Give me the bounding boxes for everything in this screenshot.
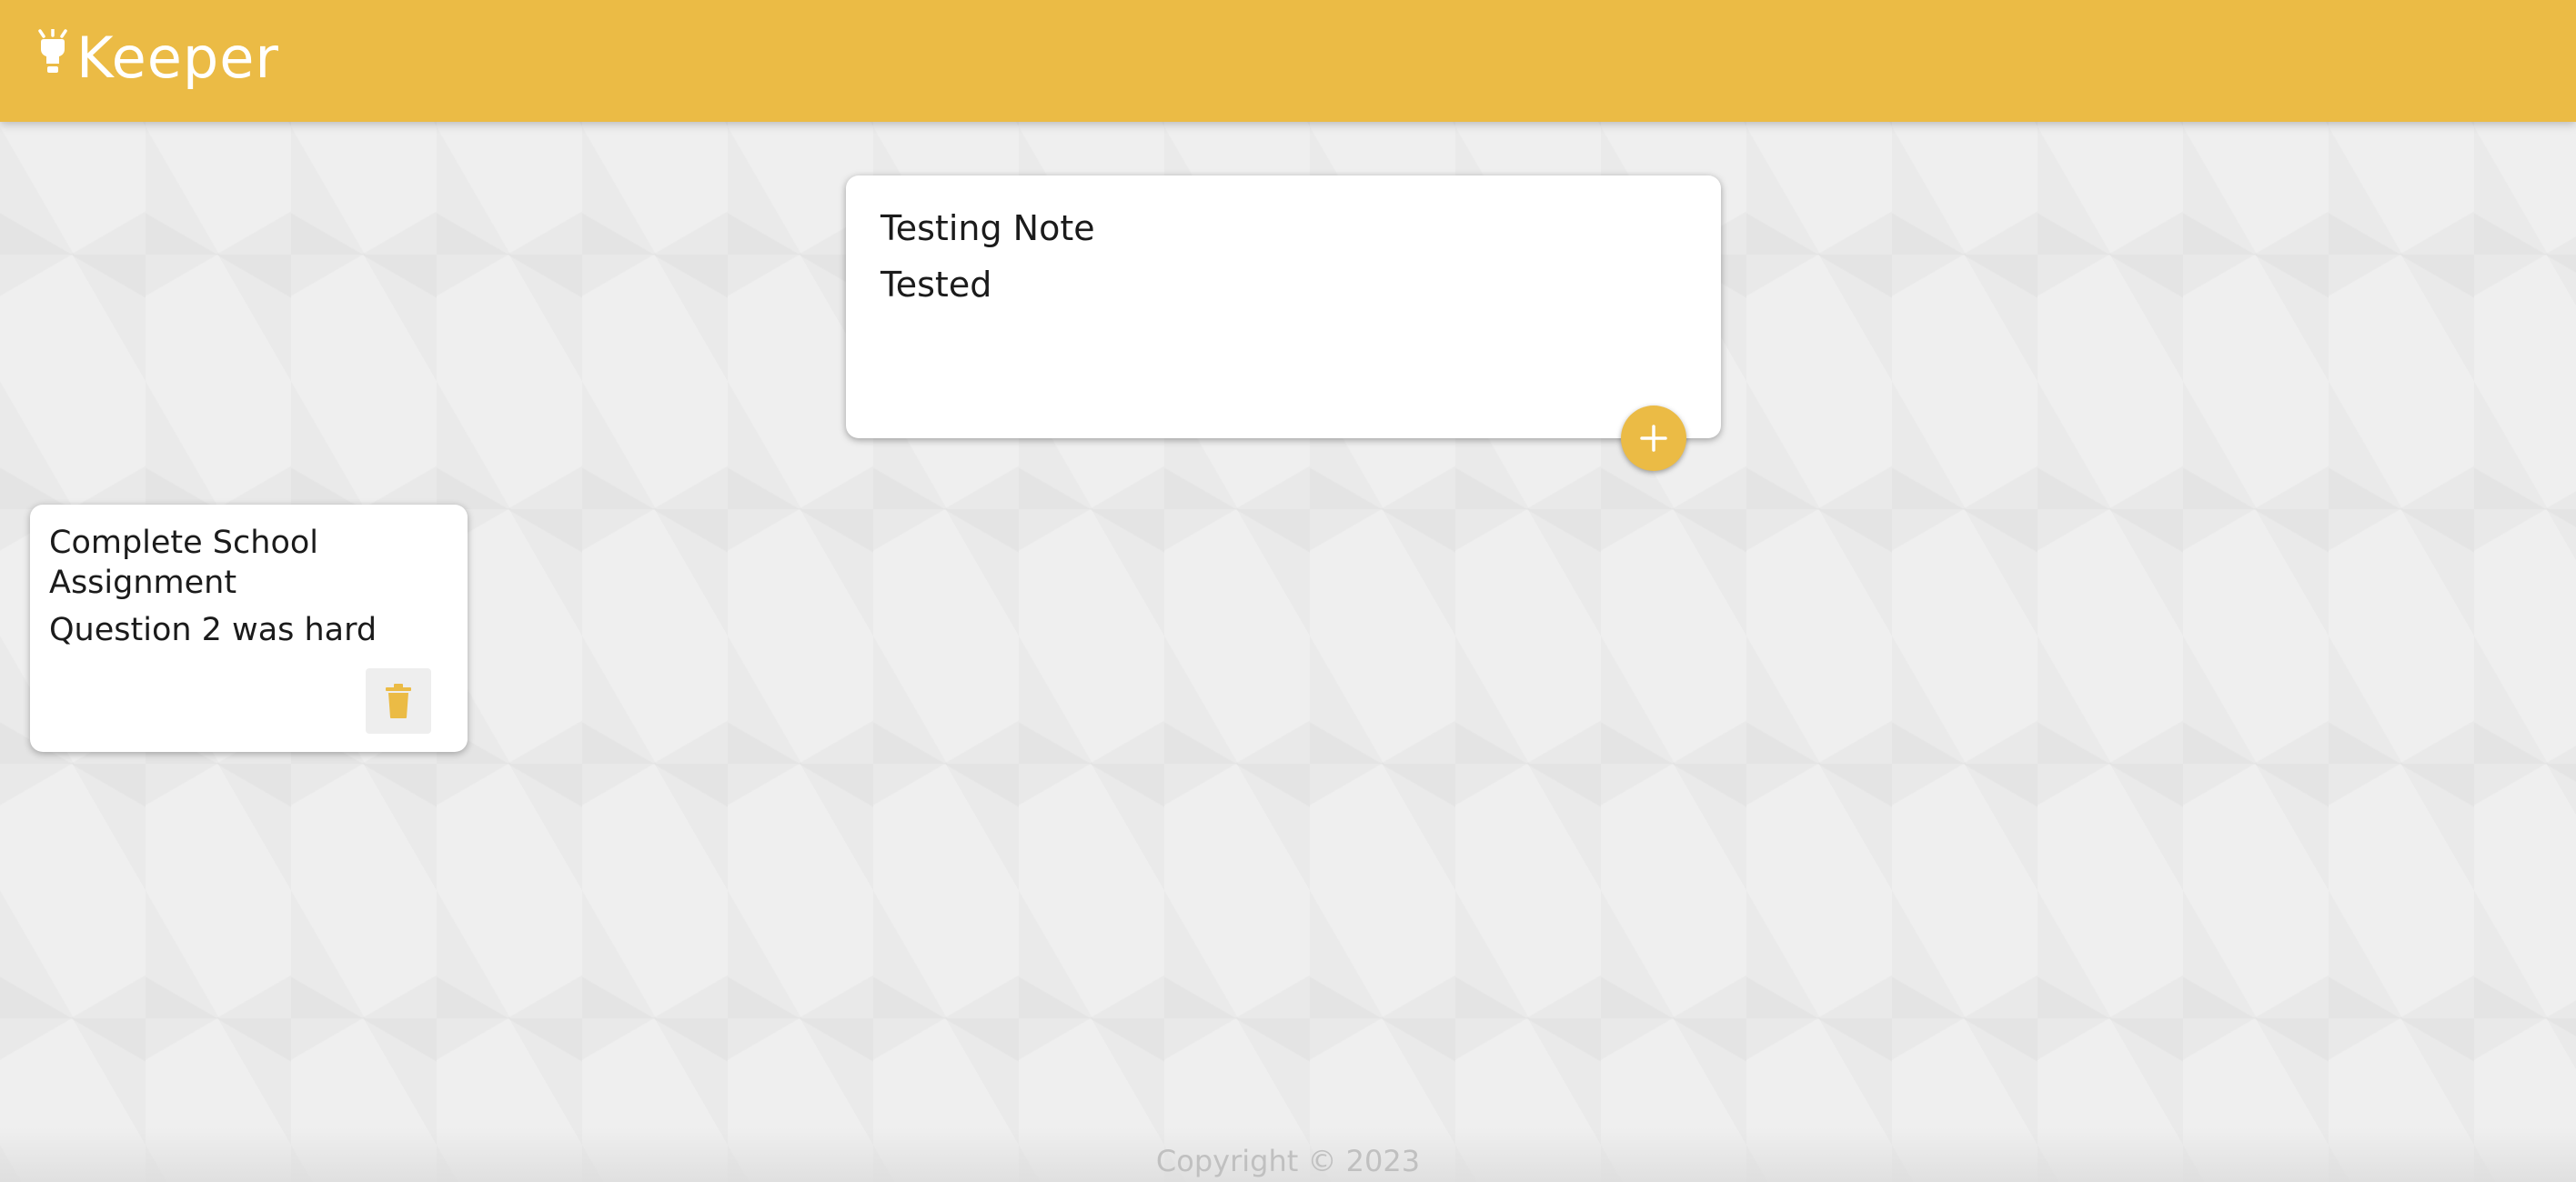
- note-title: Complete School Assignment: [49, 525, 318, 601]
- plus-icon: [1640, 425, 1667, 452]
- delete-note-button[interactable]: [366, 668, 431, 734]
- create-note-form: Testing Note Tested: [846, 175, 1721, 438]
- note-content: Question 2 was hard: [49, 612, 377, 648]
- note-title-input[interactable]: Testing Note: [880, 208, 1095, 250]
- trash-icon: [386, 684, 411, 718]
- add-note-button[interactable]: [1621, 406, 1686, 471]
- app-header: Keeper: [0, 0, 2576, 122]
- note-content-input[interactable]: Tested: [880, 265, 991, 306]
- copyright-text: Copyright © 2023: [1155, 1144, 1421, 1178]
- app-logo: Keeper: [36, 22, 279, 95]
- app-title: Keeper: [76, 25, 279, 91]
- lightbulb-icon: [38, 29, 67, 73]
- note-card: Complete School Assignment Question 2 wa…: [30, 505, 468, 752]
